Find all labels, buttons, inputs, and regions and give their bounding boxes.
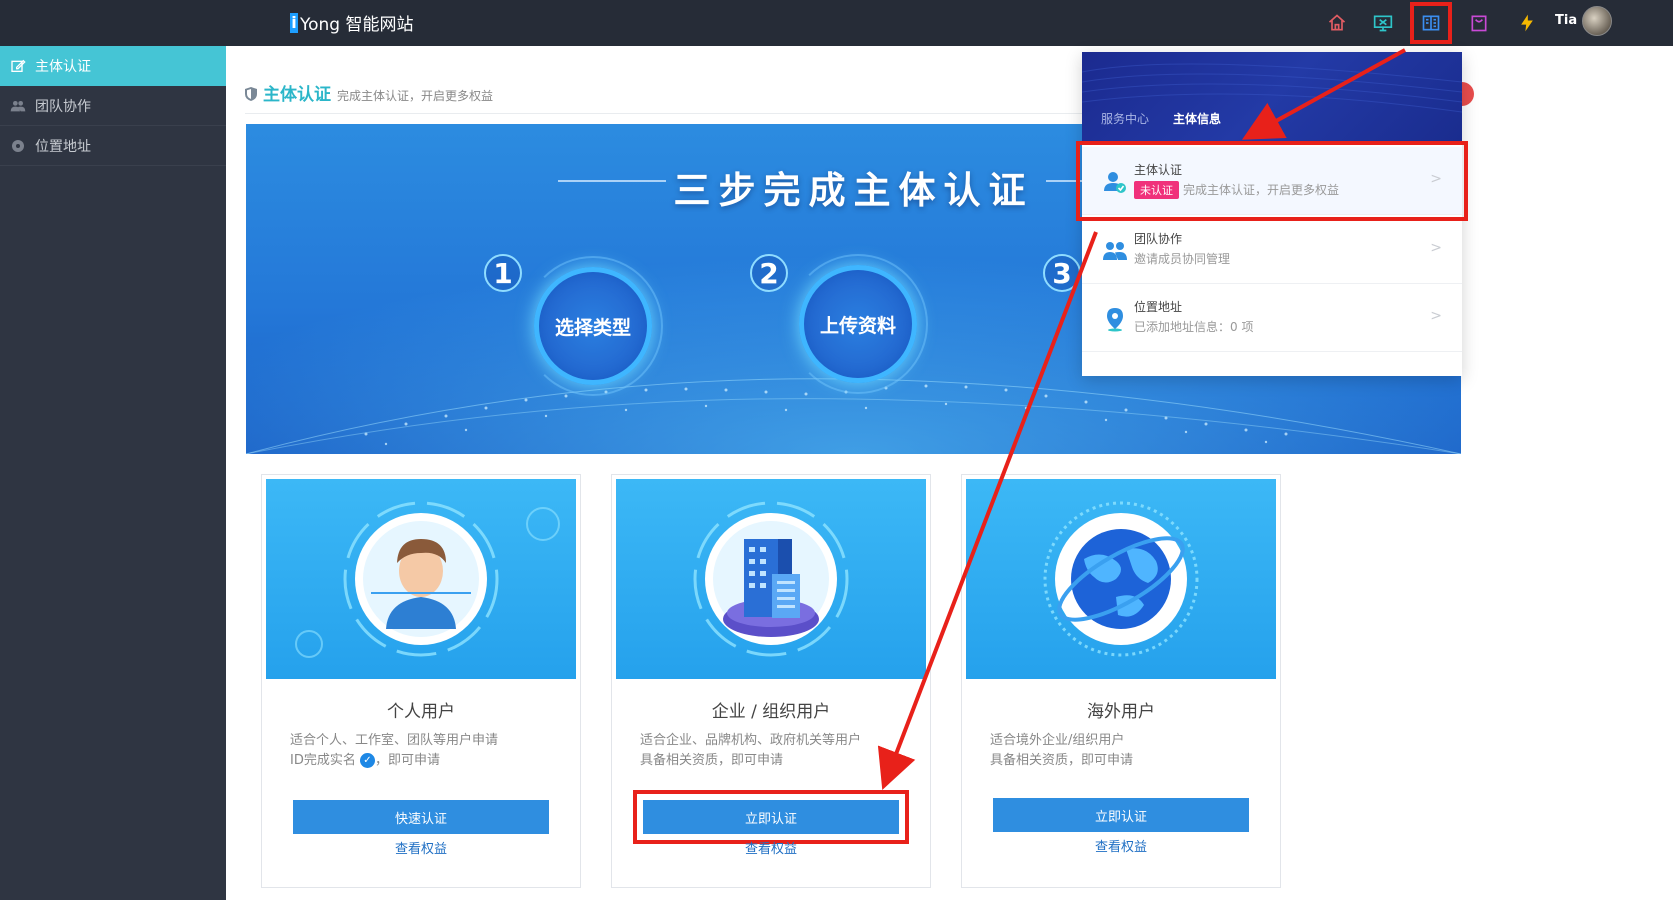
unverified-badge: 未认证 — [1134, 181, 1179, 199]
card-desc-line: 具备相关资质，即可申请 — [640, 753, 784, 768]
avatar[interactable] — [1582, 6, 1612, 36]
view-benefits-link[interactable]: 查看权益 — [962, 836, 1280, 855]
user-verified-icon — [1104, 172, 1126, 193]
sidebar-item-label: 团队协作 — [35, 98, 91, 115]
card-title: 个人用户 — [387, 702, 455, 722]
card-enterprise-user: 企业 / 组织用户 适合企业、品牌机构、政府机关等用户 具备相关资质，即可申请 … — [611, 474, 931, 888]
monitor-icon[interactable] — [1370, 10, 1396, 36]
card-desc-line: ID完成实名 ✓ ，即可申请 — [290, 751, 560, 771]
dropdown-item-title: 位置地址 — [1134, 300, 1183, 314]
card-overseas-user: 海外用户 适合境外企业/组织用户 具备相关资质，即可申请 立即认证 查看权益 — [961, 474, 1281, 888]
breadcrumb-service-center[interactable]: 服务中心 — [1101, 110, 1149, 127]
site-logo[interactable]: i Yong 智能网站 — [290, 10, 414, 35]
check-icon: ✓ — [360, 753, 375, 768]
quick-verify-button[interactable]: 快速认证 — [293, 800, 549, 834]
chevron-right-icon: > — [1430, 308, 1442, 324]
step-1-circle: 选择类型 — [534, 267, 652, 385]
sidebar-item-entity-auth[interactable]: 主体认证 — [0, 46, 226, 86]
step-2-number: 2 — [750, 254, 788, 292]
sidebar-item-label: 位置地址 — [35, 138, 91, 155]
service-center-dropdown: 服务中心 主体信息 主体认证 未认证 完成主体认证，开启更多权益 > 团队协作 邀… — [1076, 52, 1468, 376]
lightning-icon[interactable] — [1514, 10, 1540, 36]
dropdown-item-entity-auth[interactable]: 主体认证 未认证 完成主体认证，开启更多权益 > — [1076, 141, 1468, 221]
dropdown-item-team[interactable]: 团队协作 邀请成员协同管理 > — [1082, 216, 1462, 284]
view-benefits-link[interactable]: 查看权益 — [612, 838, 930, 857]
card-desc-text: ，即可申请 — [375, 753, 441, 768]
card-description: 适合个人、工作室、团队等用户申请 ID完成实名 ✓ ，即可申请 — [290, 731, 560, 771]
sidebar-item-location[interactable]: 位置地址 — [0, 126, 226, 166]
card-title: 海外用户 — [1087, 702, 1155, 722]
location-icon — [12, 139, 24, 152]
view-benefits-link[interactable]: 查看权益 — [262, 838, 580, 857]
card-illustration — [266, 479, 576, 679]
verify-now-button-overseas[interactable]: 立即认证 — [993, 798, 1249, 832]
book-icon[interactable] — [1410, 2, 1452, 44]
dropdown-item-title: 主体认证 — [1134, 163, 1183, 177]
page-subtitle: 完成主体认证，开启更多权益 — [337, 89, 494, 103]
chevron-right-icon: > — [1430, 240, 1442, 256]
card-desc-line: 适合个人、工作室、团队等用户申请 — [290, 733, 499, 748]
breadcrumb-entity-info: 主体信息 — [1173, 112, 1222, 126]
step-2-circle: 上传资料 — [799, 265, 917, 383]
sidebar-item-label: 主体认证 — [35, 59, 91, 75]
dropdown-header-pattern — [1082, 63, 1462, 113]
card-description: 适合境外企业/组织用户 具备相关资质，即可申请 — [990, 731, 1260, 771]
dropdown-item-title: 团队协作 — [1134, 232, 1183, 246]
team-icon — [10, 100, 26, 111]
dropdown-header: 服务中心 主体信息 — [1082, 52, 1462, 144]
dropdown-item-desc: 邀请成员协同管理 — [1134, 252, 1231, 266]
step-3-number: 3 — [1043, 254, 1081, 292]
dropdown-item-desc: 未认证 完成主体认证，开启更多权益 — [1134, 181, 1339, 199]
card-desc-text: ID完成实名 — [290, 753, 356, 768]
dropdown-item-desc-text: 完成主体认证，开启更多权益 — [1183, 183, 1340, 197]
location-pin-icon — [1107, 308, 1123, 332]
card-desc-line: 适合企业、品牌机构、政府机关等用户 — [640, 733, 862, 748]
card-illustration — [966, 479, 1276, 679]
card-personal-user: 个人用户 适合个人、工作室、团队等用户申请 ID完成实名 ✓ ，即可申请 快速认证… — [261, 474, 581, 888]
team-icon — [1103, 242, 1127, 260]
page-header: 主体认证 完成主体认证，开启更多权益 — [245, 80, 493, 105]
dropdown-item-location[interactable]: 位置地址 已添加地址信息：0 项 > — [1082, 284, 1462, 352]
card-illustration — [616, 479, 926, 679]
logo-mark: i — [290, 12, 298, 33]
sidebar-item-team[interactable]: 团队协作 — [0, 86, 226, 126]
edit-icon — [11, 59, 26, 72]
bag-icon[interactable] — [1466, 10, 1492, 36]
step-label: 上传资料 — [819, 314, 896, 337]
step-1-number: 1 — [484, 254, 522, 292]
card-desc-line: 适合境外企业/组织用户 — [990, 733, 1125, 748]
page-title: 主体认证 — [263, 85, 331, 105]
home-icon[interactable] — [1324, 10, 1350, 36]
card-title: 企业 / 组织用户 — [711, 702, 831, 722]
shield-icon — [245, 87, 257, 101]
sidebar: 主体认证 团队协作 位置地址 — [0, 46, 226, 900]
username[interactable]: Tia — [1555, 13, 1577, 28]
dropdown-item-desc: 已添加地址信息：0 项 — [1134, 320, 1254, 334]
logo-text: Yong 智能网站 — [300, 15, 414, 35]
card-description: 适合企业、品牌机构、政府机关等用户 具备相关资质，即可申请 — [640, 731, 910, 771]
verify-now-button-enterprise[interactable]: 立即认证 — [633, 790, 909, 844]
top-navigation-bar: i Yong 智能网站 Tia — [0, 0, 1673, 46]
chevron-right-icon: > — [1430, 171, 1442, 187]
step-label: 选择类型 — [554, 316, 631, 339]
card-desc-line: 具备相关资质，即可申请 — [990, 753, 1134, 768]
